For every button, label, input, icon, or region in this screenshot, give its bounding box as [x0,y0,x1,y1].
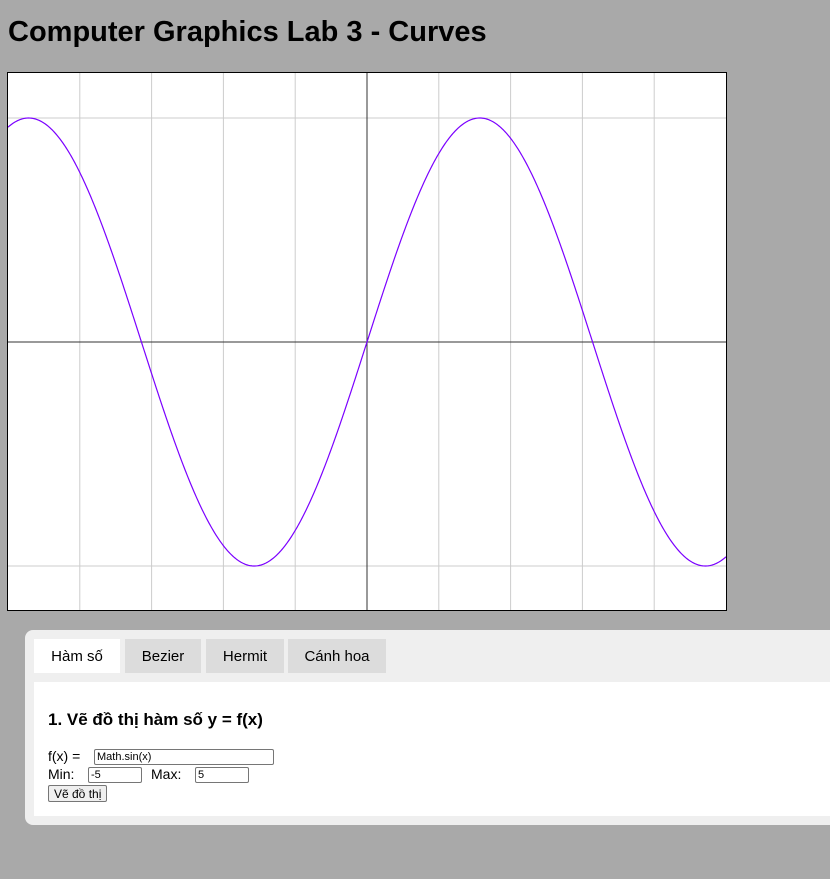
tab-bezier[interactable]: Bezier [125,639,201,673]
tab-ham-so[interactable]: Hàm số [34,639,120,673]
tab-content-ham-so: 1. Vẽ đồ thị hàm số y = f(x) f(x) = Min:… [34,682,830,816]
min-label: Min: [48,766,75,782]
graph-plot [8,73,726,610]
tab-hermit[interactable]: Hermit [206,639,284,673]
max-label: Max: [151,766,182,782]
fx-label: f(x) = [48,748,81,764]
draw-graph-button[interactable]: Vẽ đồ thị [48,785,108,802]
graph-canvas [7,72,727,611]
fx-input[interactable] [94,749,274,765]
max-input[interactable] [195,767,249,783]
page-title: Computer Graphics Lab 3 - Curves [8,16,487,48]
min-input[interactable] [88,767,142,783]
section-heading: 1. Vẽ đồ thị hàm số y = f(x) [48,710,263,729]
control-panel: Hàm số Bezier Hermit Cánh hoa 1. Vẽ đồ t… [25,630,830,825]
tab-canh-hoa[interactable]: Cánh hoa [288,639,386,673]
